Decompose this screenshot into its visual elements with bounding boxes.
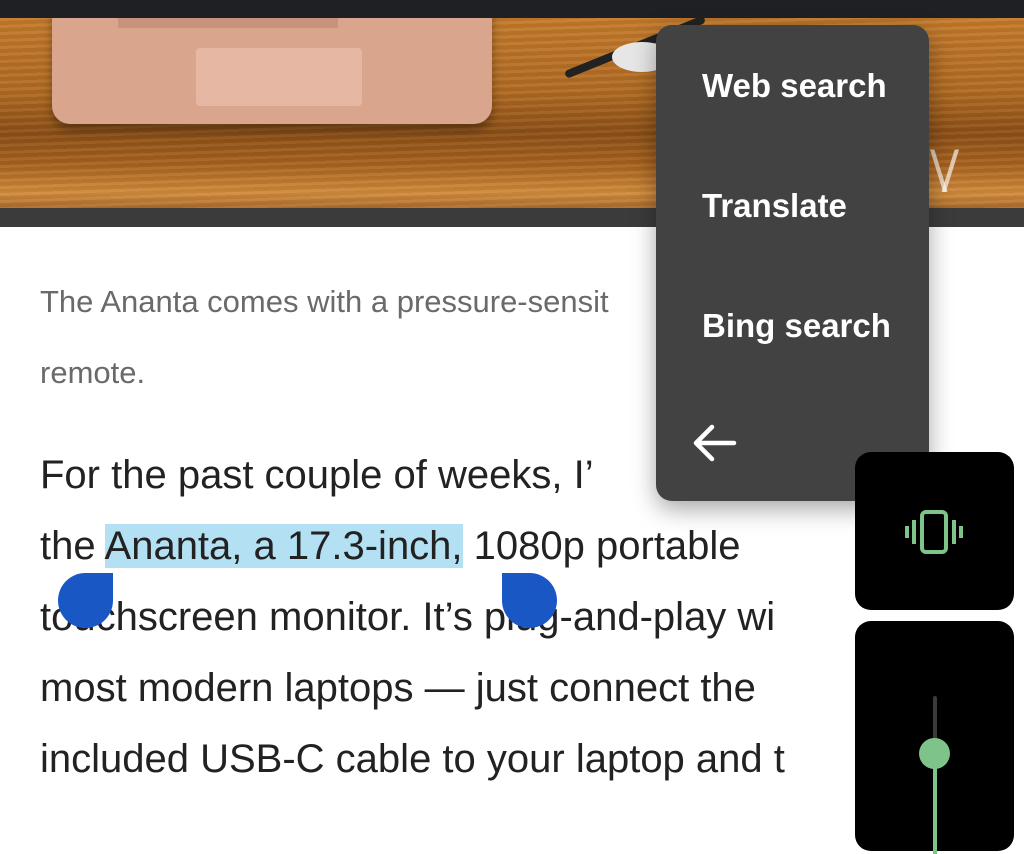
caption-line: The Ananta comes with a pressure-sensit <box>40 284 609 319</box>
volume-slider-thumb[interactable] <box>919 738 950 769</box>
keyboard-image <box>118 18 338 28</box>
paragraph-line: touchscreen monitor. It’s plug-and-play … <box>40 595 776 639</box>
selected-text[interactable]: Ananta, a 17.3-inch, <box>104 524 463 568</box>
paragraph-line: the Ananta, a 17.3-inch, 1080p portable <box>40 511 940 582</box>
selection-end-handle[interactable] <box>502 573 557 628</box>
image-caption: The Ananta comes with a pressure-sensit … <box>40 266 660 408</box>
selection-start-handle[interactable] <box>58 573 113 628</box>
text-before-selection: the <box>40 524 105 568</box>
caption-line: remote. <box>40 355 146 390</box>
text-after-selection: 1080p portable <box>462 524 741 568</box>
ringer-mode-button[interactable] <box>855 452 1014 610</box>
status-bar <box>0 0 1024 18</box>
translate-menu-item[interactable]: Translate <box>702 187 847 225</box>
arrow-left-icon[interactable] <box>690 421 738 465</box>
volume-slider-panel <box>855 621 1014 854</box>
text-selection-context-menu: Web search Translate Bing search <box>656 25 929 501</box>
web-search-menu-item[interactable]: Web search <box>702 67 887 105</box>
bing-search-menu-item[interactable]: Bing search <box>702 307 891 345</box>
vibrate-icon <box>905 510 963 554</box>
paragraph-line: included USB-C cable to your laptop and … <box>40 737 785 781</box>
volume-level-fill <box>933 754 937 854</box>
paragraph-line: most modern laptops — just connect the <box>40 666 756 710</box>
trackpad-image <box>196 48 362 106</box>
publisher-watermark: \/ <box>930 140 959 200</box>
